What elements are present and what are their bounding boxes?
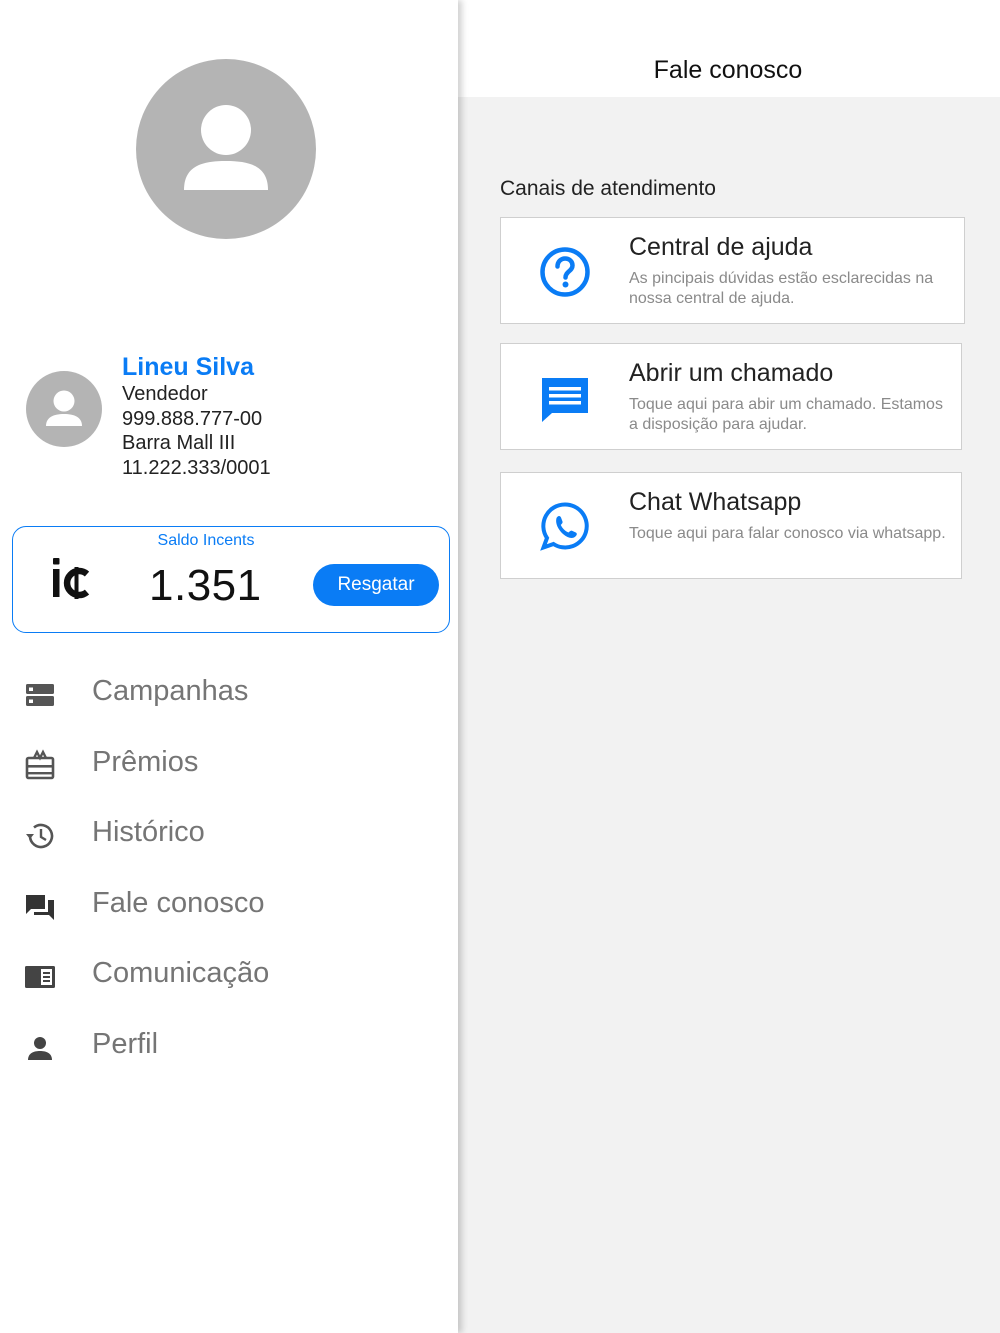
sidebar-drawer: Lineu Silva Vendedor 999.888.777-00 Barr…: [0, 0, 458, 1333]
section-title: Canais de atendimento: [500, 177, 716, 200]
redeem-button[interactable]: Resgatar: [313, 564, 439, 606]
sidebar-item-label: Histórico: [92, 816, 205, 849]
sidebar-item-premios[interactable]: Prêmios: [0, 729, 458, 800]
channel-card-whatsapp[interactable]: Chat Whatsapp Toque aqui para falar cono…: [500, 472, 962, 579]
channel-title: Central de ajuda: [629, 233, 813, 261]
profile-name: Lineu Silva: [122, 353, 254, 381]
person-icon: [24, 1031, 56, 1063]
help-circle-icon: [537, 244, 593, 300]
profile-photo[interactable]: [136, 59, 316, 239]
sidebar-item-campanhas[interactable]: Campanhas: [0, 658, 458, 729]
sidebar-item-fale-conosco[interactable]: Fale conosco: [0, 870, 458, 941]
main-content: Fale conosco Canais de atendimento Centr…: [458, 0, 1000, 1333]
history-icon: [24, 819, 56, 851]
sidebar-item-historico[interactable]: Histórico: [0, 799, 458, 870]
balance-label: Saldo Incents: [157, 532, 255, 549]
profile-cnpj: 11.222.333/0001: [122, 456, 271, 479]
chat-icon: [24, 890, 56, 922]
channel-description: Toque aqui para falar conosco via whatsa…: [629, 525, 946, 542]
sidebar-item-comunicacao[interactable]: Comunicação: [0, 940, 458, 1011]
sidebar-item-label: Fale conosco: [92, 886, 265, 919]
balance-card: Saldo Incents 1.351 Resgatar: [12, 526, 450, 633]
balance-value: 1.351: [149, 561, 262, 610]
sidebar-item-label: Comunicação: [92, 957, 270, 990]
sidebar-item-label: Perfil: [92, 1027, 159, 1060]
sidebar-item-label: Prêmios: [92, 745, 199, 778]
avatar: [26, 371, 102, 447]
profile-store: Barra Mall III: [122, 432, 236, 454]
sidebar-item-perfil[interactable]: Perfil: [0, 1011, 458, 1082]
channel-title: Chat Whatsapp: [629, 488, 802, 516]
channel-description: Toque aqui para abir um chamado. Estamos…: [629, 396, 943, 433]
newspaper-icon: [24, 960, 56, 992]
person-icon: [184, 105, 268, 190]
channel-description: As pincipais dúvidas estão esclarecidas …: [629, 270, 934, 307]
channel-card-help-center[interactable]: Central de ajuda As pincipais dúvidas es…: [500, 217, 965, 324]
page-title: Fale conosco: [653, 56, 803, 84]
message-icon: [537, 370, 593, 426]
sidebar-item-label: Campanhas: [92, 675, 249, 707]
person-icon: [46, 390, 82, 426]
campaigns-icon: [24, 678, 56, 710]
channel-card-open-ticket[interactable]: Abrir um chamado Toque aqui para abir um…: [500, 343, 962, 450]
profile-role: Vendedor: [122, 383, 208, 405]
channel-title: Abrir um chamado: [629, 359, 834, 387]
profile-info: Lineu Silva Vendedor 999.888.777-00 Barr…: [122, 352, 422, 480]
header-bar: Fale conosco: [458, 0, 1000, 97]
incents-logo-icon: [53, 558, 90, 599]
gift-card-icon: [24, 748, 56, 781]
sidebar-menu: Campanhas Prêmios Histórico Fale conosco…: [0, 658, 458, 1082]
profile-cpf: 999.888.777-00: [122, 407, 263, 430]
whatsapp-icon: [537, 499, 593, 555]
